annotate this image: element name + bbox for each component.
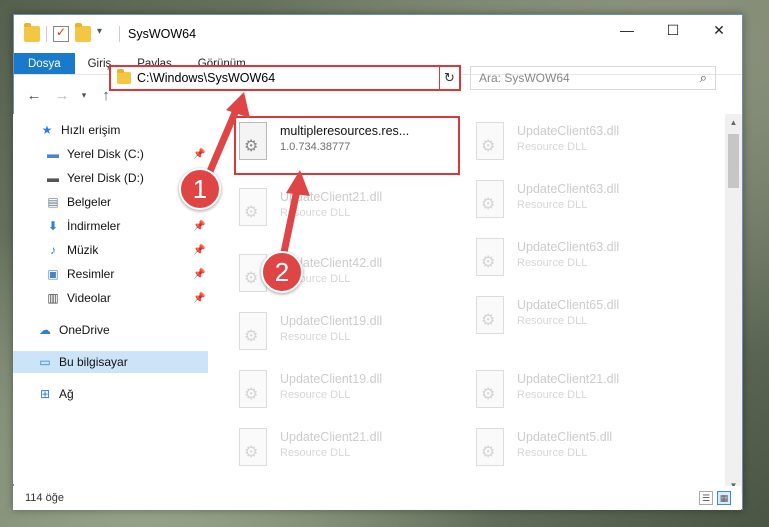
search-icon[interactable]: ⌕	[700, 70, 707, 86]
recent-locations-button[interactable]: ▾	[78, 83, 90, 107]
back-button[interactable]: ←	[22, 83, 46, 107]
properties-icon[interactable]	[53, 25, 69, 42]
tab-file[interactable]: Dosya	[14, 53, 75, 74]
title-bar: ▾ SysWOW64 — ☐ ✕	[14, 15, 742, 53]
forward-button[interactable]: →	[50, 83, 74, 107]
highlight-box	[234, 116, 460, 175]
customize-toolbar-icon[interactable]: ▾	[97, 26, 113, 42]
maximize-button[interactable]: ☐	[650, 15, 696, 45]
search-placeholder: Ara: SysWOW64	[479, 71, 570, 85]
address-path[interactable]: C:\Windows\SysWOW64	[137, 71, 441, 85]
refresh-button[interactable]: ↻	[439, 65, 461, 91]
minimize-button[interactable]: —	[604, 15, 650, 45]
folder-icon	[24, 23, 40, 42]
window-title: SysWOW64	[128, 27, 197, 41]
close-button[interactable]: ✕	[696, 15, 742, 45]
new-folder-icon[interactable]	[75, 23, 91, 42]
address-bar[interactable]: C:\Windows\SysWOW64 ▾	[109, 65, 461, 91]
quick-access-toolbar: ▾	[14, 23, 120, 42]
search-input[interactable]: Ara: SysWOW64 ⌕	[470, 66, 716, 90]
folder-icon	[117, 69, 131, 84]
step-badge-1: 1	[179, 168, 221, 210]
window-controls: — ☐ ✕	[604, 15, 742, 45]
step-badge-2: 2	[261, 251, 303, 293]
